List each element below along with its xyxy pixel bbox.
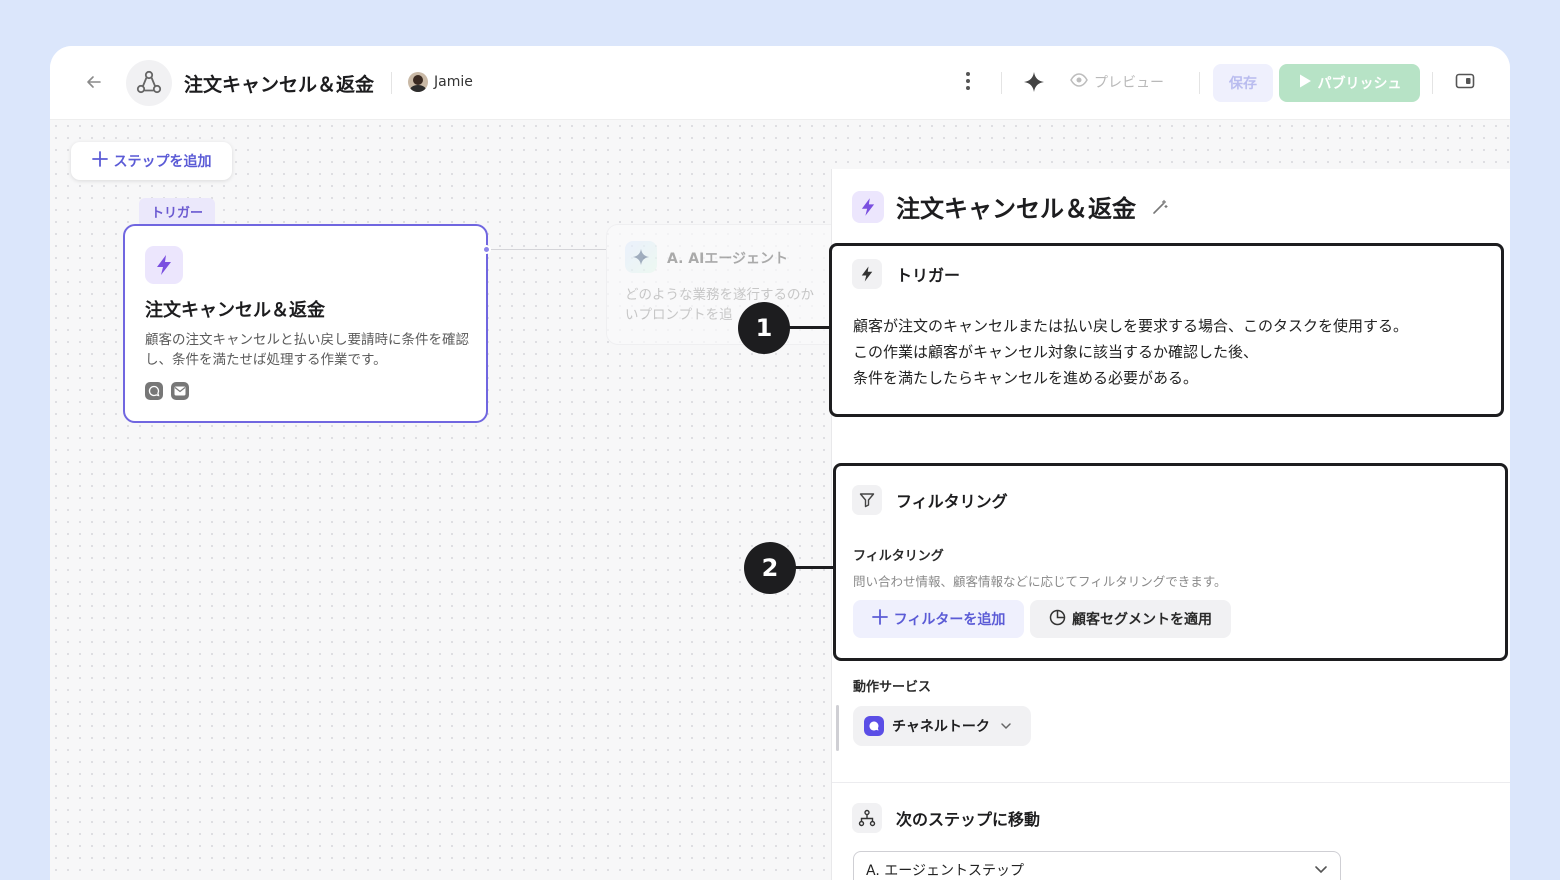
service-selected-label: チャネルトーク <box>892 719 990 735</box>
connector-handle[interactable] <box>482 245 491 254</box>
sparkle-icon <box>1023 71 1045 97</box>
chevron-down-icon <box>1000 718 1012 734</box>
next-step-select[interactable]: A. エージェントステップ <box>853 851 1341 880</box>
section-divider <box>832 782 1510 783</box>
channel-talk-icon <box>864 716 884 736</box>
header-divider <box>391 72 392 94</box>
page-title: 注文キャンセル＆返金 <box>184 74 375 96</box>
back-button[interactable] <box>80 70 108 98</box>
next-step-section-header: 次のステップに移動 <box>852 803 1040 833</box>
trigger-node-card[interactable]: 注文キャンセル＆返金 顧客の注文キャンセルと払い戻し要請時に条件を確認し、条件を… <box>123 224 488 423</box>
preview-label: プレビュー <box>1094 75 1164 91</box>
more-vertical-icon <box>965 71 971 95</box>
avatar <box>408 72 428 92</box>
connector-line <box>490 249 606 250</box>
callout-box-filtering <box>833 463 1508 661</box>
trigger-node-description: 顧客の注文キャンセルと払い戻し要請時に条件を確認し、条件を満たせば処理する作業で… <box>145 332 469 368</box>
user-name: Jamie <box>434 74 473 90</box>
callout-connector <box>788 326 830 329</box>
trigger-node-title: 注文キャンセル＆返金 <box>145 300 325 321</box>
panel-header: 注文キャンセル＆返金 <box>852 189 1170 224</box>
header-divider <box>1199 72 1200 94</box>
lightning-icon <box>145 246 183 284</box>
callout-badge-1: 1 <box>738 302 790 354</box>
next-step-section-title: 次のステップに移動 <box>896 810 1041 829</box>
channel-list <box>145 382 189 400</box>
eye-icon <box>1070 73 1088 91</box>
service-label: 動作サービス <box>853 680 932 695</box>
plus-icon <box>91 151 108 171</box>
arrow-left-icon <box>84 72 104 96</box>
publish-button[interactable]: パブリッシュ <box>1279 64 1420 102</box>
callout-connector <box>794 566 834 569</box>
lightning-icon <box>852 190 884 223</box>
side-panel-icon <box>1455 73 1475 93</box>
callout-badge-2: 2 <box>744 542 796 594</box>
toggle-panel-button[interactable] <box>1453 71 1477 95</box>
panel-title: 注文キャンセル＆返金 <box>896 195 1136 223</box>
user-chip[interactable]: Jamie <box>408 72 473 92</box>
top-header: 注文キャンセル＆返金 Jamie プレビュー 保存 パブリッシュ <box>50 46 1510 120</box>
resize-handle[interactable] <box>836 705 839 751</box>
publish-label: パブリッシュ <box>1317 76 1402 92</box>
mail-icon <box>171 382 189 400</box>
next-step-selected-label: A. エージェントステップ <box>866 863 1024 879</box>
app-logo-icon <box>126 60 172 106</box>
add-step-label: ステップを追加 <box>113 154 212 170</box>
chevron-down-icon <box>1314 862 1328 878</box>
agent-node-title: A. AIエージェント <box>667 251 789 267</box>
header-divider <box>1001 72 1002 94</box>
more-options-button[interactable] <box>956 70 980 96</box>
magic-wand-icon[interactable] <box>1150 197 1170 217</box>
ai-assist-button[interactable] <box>1020 70 1048 98</box>
chat-icon <box>145 382 163 400</box>
header-divider <box>1432 72 1433 94</box>
preview-button[interactable]: プレビュー <box>1070 72 1164 92</box>
trigger-tag: トリガー <box>139 198 215 224</box>
flow-branch-icon <box>852 803 882 833</box>
sparkle-icon <box>625 241 657 273</box>
service-select[interactable]: チャネルトーク <box>853 706 1031 746</box>
save-button[interactable]: 保存 <box>1213 64 1273 102</box>
play-icon <box>1298 73 1312 93</box>
add-step-button[interactable]: ステップを追加 <box>71 142 232 180</box>
callout-box-trigger <box>829 243 1504 417</box>
